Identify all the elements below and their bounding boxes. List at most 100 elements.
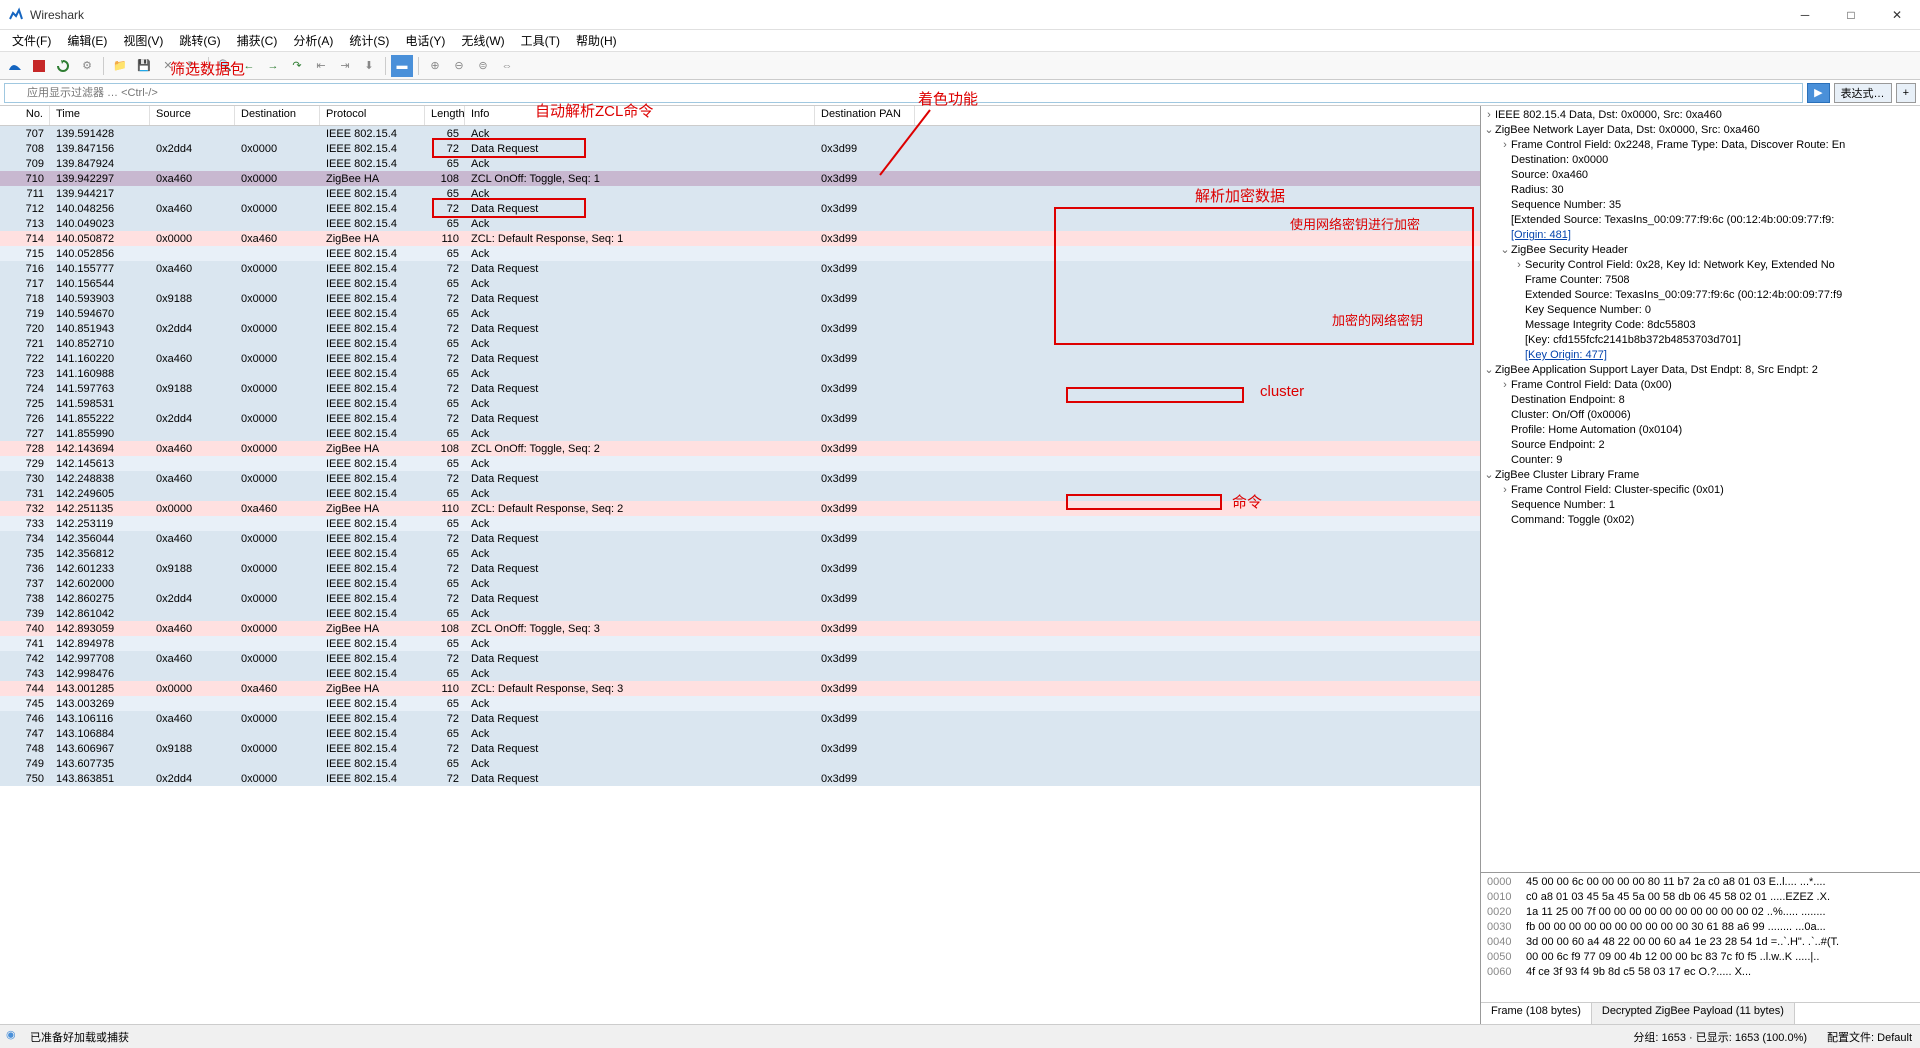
hex-row[interactable]: 0020 1a 11 25 00 7f 00 00 00 00 00 00 00… <box>1487 905 1914 920</box>
packet-row[interactable]: 714140.0508720x00000xa460ZigBee HA110ZCL… <box>0 231 1480 246</box>
hex-row[interactable]: 0040 3d 00 00 60 a4 48 22 00 00 60 a4 1e… <box>1487 935 1914 950</box>
expand-icon[interactable]: › <box>1483 108 1495 123</box>
tree-node[interactable]: Sequence Number: 35 <box>1483 198 1918 213</box>
tree-node[interactable]: Message Integrity Code: 8dc55803 <box>1483 318 1918 333</box>
packet-row[interactable]: 718140.5939030x91880x0000IEEE 802.15.472… <box>0 291 1480 306</box>
tree-node[interactable]: [Key Origin: 477] <box>1483 348 1918 363</box>
column-header[interactable]: Destination <box>235 106 320 125</box>
expand-icon[interactable]: ⌄ <box>1483 123 1495 138</box>
hex-row[interactable]: 0060 4f ce 3f 93 f4 9b 8d c5 58 03 17 ec… <box>1487 965 1914 980</box>
packet-row[interactable]: 721140.852710IEEE 802.15.465Ack <box>0 336 1480 351</box>
minimize-button[interactable]: ─ <box>1782 0 1828 30</box>
expand-icon[interactable]: ⌄ <box>1483 468 1495 483</box>
close-button[interactable]: ✕ <box>1874 0 1920 30</box>
zoom-in-icon[interactable]: ⊕ <box>424 55 446 77</box>
hex-row[interactable]: 0000 45 00 00 6c 00 00 00 00 80 11 b7 2a… <box>1487 875 1914 890</box>
packet-row[interactable]: 745143.003269IEEE 802.15.465Ack <box>0 696 1480 711</box>
tree-node[interactable]: ⌄ZigBee Network Layer Data, Dst: 0x0000,… <box>1483 123 1918 138</box>
close-file-icon[interactable]: ✕ <box>157 55 179 77</box>
packet-row[interactable]: 725141.598531IEEE 802.15.465Ack <box>0 396 1480 411</box>
first-icon[interactable]: ⇤ <box>310 55 332 77</box>
column-header[interactable]: Length <box>425 106 465 125</box>
tree-node[interactable]: Sequence Number: 1 <box>1483 498 1918 513</box>
tree-node[interactable]: Source: 0xa460 <box>1483 168 1918 183</box>
packet-row[interactable]: 711139.944217IEEE 802.15.465Ack <box>0 186 1480 201</box>
restart-capture-button[interactable] <box>52 55 74 77</box>
expand-icon[interactable]: ⌄ <box>1499 243 1511 258</box>
tree-node[interactable]: [Key: cfd155fcfc2141b8b372b4853703d701] <box>1483 333 1918 348</box>
column-header[interactable]: Protocol <box>320 106 425 125</box>
add-filter-button[interactable]: + <box>1896 83 1916 103</box>
tree-node[interactable]: Profile: Home Automation (0x0104) <box>1483 423 1918 438</box>
options-icon[interactable]: ⚙ <box>76 55 98 77</box>
menu-item[interactable]: 统计(S) <box>341 30 397 51</box>
colorize-icon[interactable]: ▬ <box>391 55 413 77</box>
tree-node[interactable]: ⌄ZigBee Application Support Layer Data, … <box>1483 363 1918 378</box>
packet-row[interactable]: 741142.894978IEEE 802.15.465Ack <box>0 636 1480 651</box>
packet-row[interactable]: 750143.8638510x2dd40x0000IEEE 802.15.472… <box>0 771 1480 786</box>
tree-node[interactable]: Key Sequence Number: 0 <box>1483 303 1918 318</box>
packet-row[interactable]: 722141.1602200xa4600x0000IEEE 802.15.472… <box>0 351 1480 366</box>
packet-row[interactable]: 710139.9422970xa4600x0000ZigBee HA108ZCL… <box>0 171 1480 186</box>
packet-row[interactable]: 738142.8602750x2dd40x0000IEEE 802.15.472… <box>0 591 1480 606</box>
hex-row[interactable]: 0030 fb 00 00 00 00 00 00 00 00 00 00 30… <box>1487 920 1914 935</box>
menu-item[interactable]: 文件(F) <box>4 30 59 51</box>
goto-icon[interactable]: ↷ <box>286 55 308 77</box>
packet-row[interactable]: 736142.6012330x91880x0000IEEE 802.15.472… <box>0 561 1480 576</box>
column-header[interactable]: Source <box>150 106 235 125</box>
apply-filter-button[interactable]: ▶ <box>1807 83 1829 103</box>
packet-list-body[interactable]: 707139.591428IEEE 802.15.465Ack708139.84… <box>0 126 1480 1024</box>
packet-row[interactable]: 712140.0482560xa4600x0000IEEE 802.15.472… <box>0 201 1480 216</box>
packet-row[interactable]: 709139.847924IEEE 802.15.465Ack <box>0 156 1480 171</box>
menu-item[interactable]: 捕获(C) <box>229 30 286 51</box>
packet-row[interactable]: 728142.1436940xa4600x0000ZigBee HA108ZCL… <box>0 441 1480 456</box>
expression-button[interactable]: 表达式… <box>1834 83 1892 103</box>
packet-row[interactable]: 719140.594670IEEE 802.15.465Ack <box>0 306 1480 321</box>
tree-node[interactable]: ›Frame Control Field: 0x2248, Frame Type… <box>1483 138 1918 153</box>
packet-row[interactable]: 744143.0012850x00000xa460ZigBee HA110ZCL… <box>0 681 1480 696</box>
packet-row[interactable]: 724141.5977630x91880x0000IEEE 802.15.472… <box>0 381 1480 396</box>
tree-node[interactable]: Cluster: On/Off (0x0006) <box>1483 408 1918 423</box>
packet-bytes-hex[interactable]: 0000 45 00 00 6c 00 00 00 00 80 11 b7 2a… <box>1481 872 1920 1002</box>
tree-node[interactable]: ›IEEE 802.15.4 Data, Dst: 0x0000, Src: 0… <box>1483 108 1918 123</box>
packet-row[interactable]: 727141.855990IEEE 802.15.465Ack <box>0 426 1480 441</box>
tree-node[interactable]: ⌄ZigBee Cluster Library Frame <box>1483 468 1918 483</box>
tree-node[interactable]: Counter: 9 <box>1483 453 1918 468</box>
stop-capture-button[interactable] <box>28 55 50 77</box>
menu-item[interactable]: 跳转(G) <box>171 30 228 51</box>
resize-columns-icon[interactable]: ⇔ <box>496 55 518 77</box>
packet-row[interactable]: 708139.8471560x2dd40x0000IEEE 802.15.472… <box>0 141 1480 156</box>
tree-node[interactable]: [Origin: 481] <box>1483 228 1918 243</box>
last-icon[interactable]: ⇥ <box>334 55 356 77</box>
packet-row[interactable]: 715140.052856IEEE 802.15.465Ack <box>0 246 1480 261</box>
packet-row[interactable]: 740142.8930590xa4600x0000ZigBee HA108ZCL… <box>0 621 1480 636</box>
packet-row[interactable]: 747143.106884IEEE 802.15.465Ack <box>0 726 1480 741</box>
column-header[interactable]: Time <box>50 106 150 125</box>
bytes-tab[interactable]: Decrypted ZigBee Payload (11 bytes) <box>1592 1003 1795 1024</box>
menu-item[interactable]: 编辑(E) <box>59 30 115 51</box>
packet-row[interactable]: 737142.602000IEEE 802.15.465Ack <box>0 576 1480 591</box>
tree-node[interactable]: Extended Source: TexasIns_00:09:77:f9:6c… <box>1483 288 1918 303</box>
menu-item[interactable]: 电话(Y) <box>397 30 453 51</box>
packet-row[interactable]: 713140.049023IEEE 802.15.465Ack <box>0 216 1480 231</box>
zoom-normal-icon[interactable]: ⊜ <box>472 55 494 77</box>
packet-row[interactable]: 720140.8519430x2dd40x0000IEEE 802.15.472… <box>0 321 1480 336</box>
next-icon[interactable]: → <box>262 55 284 77</box>
tree-node[interactable]: Destination: 0x0000 <box>1483 153 1918 168</box>
tree-node[interactable]: Frame Counter: 7508 <box>1483 273 1918 288</box>
packet-row[interactable]: 735142.356812IEEE 802.15.465Ack <box>0 546 1480 561</box>
packet-row[interactable]: 743142.998476IEEE 802.15.465Ack <box>0 666 1480 681</box>
expand-icon[interactable]: › <box>1513 258 1525 273</box>
open-icon[interactable]: 📁 <box>109 55 131 77</box>
expand-icon[interactable]: › <box>1499 378 1511 393</box>
prev-icon[interactable]: ← <box>238 55 260 77</box>
bytes-tab[interactable]: Frame (108 bytes) <box>1481 1003 1592 1024</box>
expand-icon[interactable]: ⌄ <box>1483 363 1495 378</box>
packet-row[interactable]: 742142.9977080xa4600x0000IEEE 802.15.472… <box>0 651 1480 666</box>
tree-node[interactable]: Radius: 30 <box>1483 183 1918 198</box>
column-header[interactable]: Info <box>465 106 815 125</box>
packet-row[interactable]: 726141.8552220x2dd40x0000IEEE 802.15.472… <box>0 411 1480 426</box>
packet-row[interactable]: 749143.607735IEEE 802.15.465Ack <box>0 756 1480 771</box>
packet-row[interactable]: 732142.2511350x00000xa460ZigBee HA110ZCL… <box>0 501 1480 516</box>
menu-item[interactable]: 帮助(H) <box>568 30 625 51</box>
